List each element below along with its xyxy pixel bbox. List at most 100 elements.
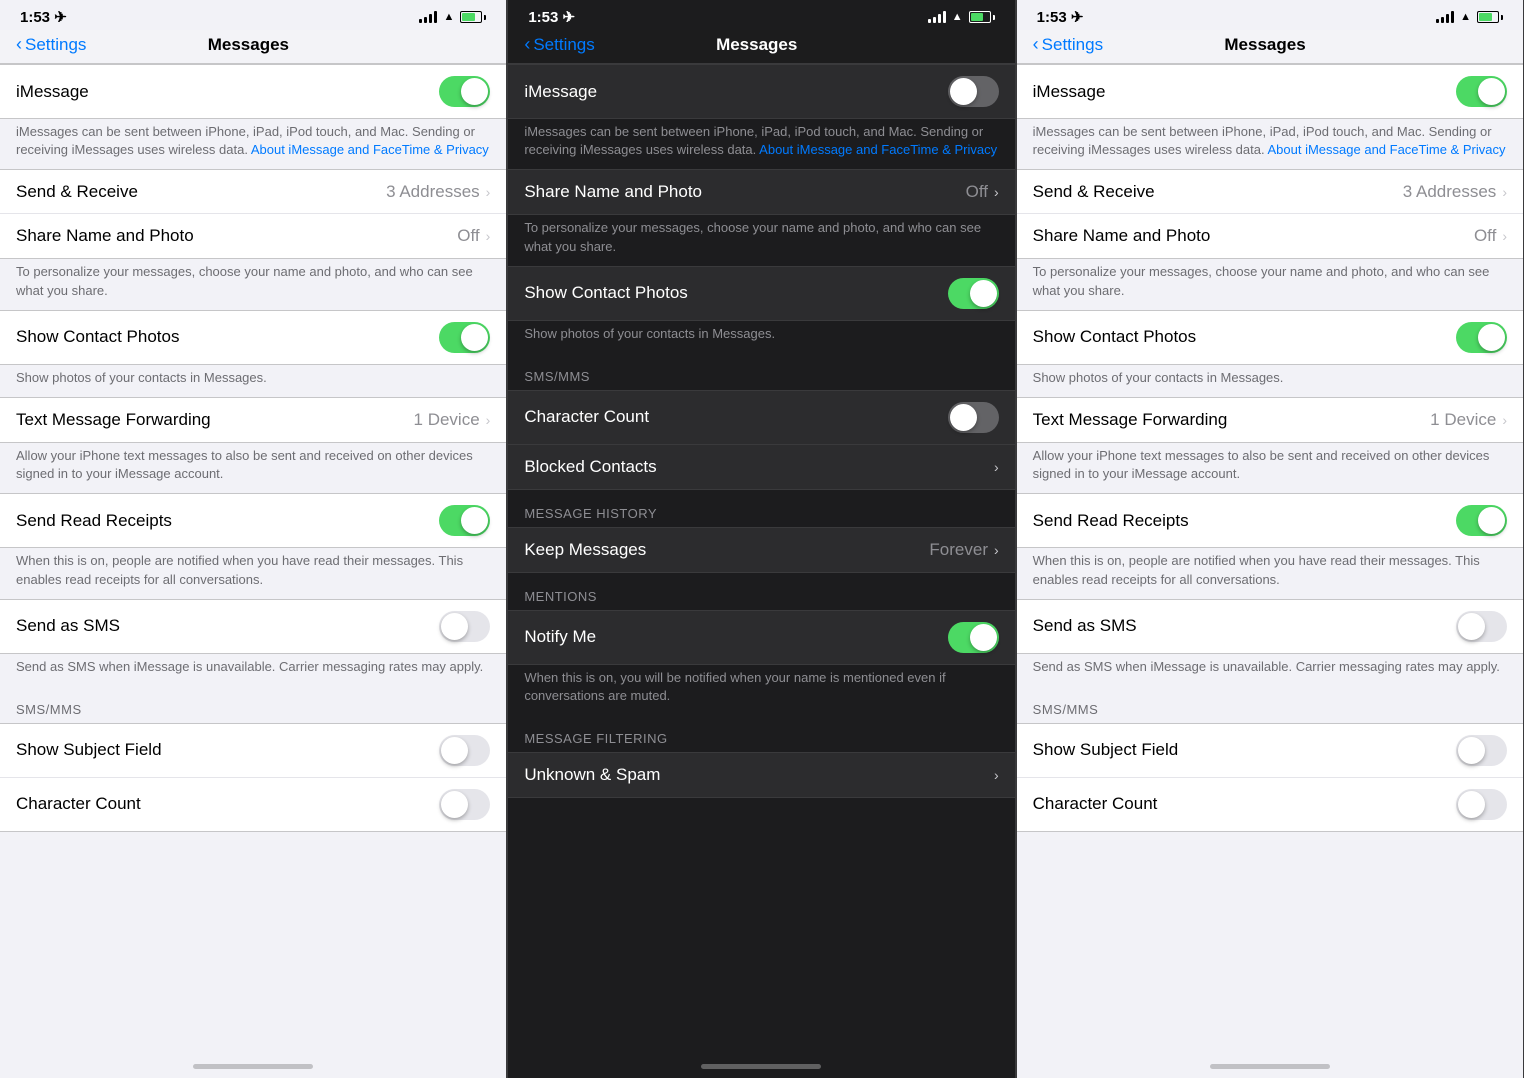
toggle-switch[interactable] [439, 76, 490, 107]
settings-group: Text Message Forwarding1 Device› [1017, 397, 1523, 443]
message-history-header: MESSAGE HISTORY [508, 490, 1014, 527]
row-description: Send as SMS when iMessage is unavailable… [0, 654, 506, 686]
setting-label: Text Message Forwarding [16, 410, 414, 430]
imessage-privacy-link[interactable]: About iMessage and FaceTime & Privacy [1268, 142, 1506, 157]
signal-bar [943, 11, 946, 23]
filtering-section-header: MESSAGE FILTERING [508, 715, 1014, 752]
sms-section-header: SMS/MMS [508, 353, 1014, 390]
signal-bar [429, 14, 432, 23]
row-description: When this is on, people are notified whe… [1017, 548, 1523, 598]
nav-title: Messages [1224, 35, 1305, 55]
setting-row[interactable]: Share Name and PhotoOff› [1017, 214, 1523, 258]
setting-row[interactable]: Send Read Receipts [1017, 494, 1523, 547]
toggle-switch[interactable] [439, 789, 490, 820]
toggle-switch[interactable] [439, 505, 490, 536]
setting-row[interactable]: Show Contact Photos [508, 267, 1014, 320]
setting-row[interactable]: Send & Receive3 Addresses› [1017, 170, 1523, 214]
settings-group: Send Read Receipts [0, 493, 506, 548]
chevron-right-icon: › [994, 767, 999, 783]
imessage-description: iMessages can be sent between iPhone, iP… [1017, 119, 1523, 169]
toggle-switch[interactable] [1456, 505, 1507, 536]
setting-row[interactable]: Text Message Forwarding1 Device› [0, 398, 506, 442]
setting-row[interactable]: Share Name and PhotoOff› [0, 214, 506, 258]
toggle-switch[interactable] [439, 611, 490, 642]
sms-group: Show Subject Field Character Count [0, 723, 506, 832]
settings-group: Text Message Forwarding1 Device› [0, 397, 506, 443]
mentions-row[interactable]: Notify Me [508, 611, 1014, 664]
toggle-switch[interactable] [948, 76, 999, 107]
imessage-privacy-link[interactable]: About iMessage and FaceTime & Privacy [251, 142, 489, 157]
message-history-label: Keep Messages [524, 540, 929, 560]
setting-row[interactable]: Text Message Forwarding1 Device› [1017, 398, 1523, 442]
settings-group: Show Contact Photos [1017, 310, 1523, 365]
setting-value: Forever [929, 540, 988, 560]
toggle-thumb [1458, 737, 1485, 764]
signal-bar [1441, 17, 1444, 23]
toggle-switch[interactable] [1456, 611, 1507, 642]
back-button[interactable]: ‹Settings [1033, 34, 1103, 55]
setting-label: Send & Receive [16, 182, 386, 202]
message-history-row[interactable]: Keep MessagesForever› [508, 528, 1014, 572]
filtering-group: Unknown & Spam› [508, 752, 1014, 798]
toggle-switch[interactable] [1456, 76, 1507, 107]
nav-bar: ‹Settings Messages [1017, 30, 1523, 64]
setting-row[interactable]: Send Read Receipts [0, 494, 506, 547]
setting-value: 1 Device [1430, 410, 1496, 430]
setting-row[interactable]: Send as SMS [0, 600, 506, 653]
imessage-description: iMessages can be sent between iPhone, iP… [0, 119, 506, 169]
sms-setting-row: Show Subject Field [0, 724, 506, 778]
phone-screen-screen-3: 1:53 ✈▲‹SettingsMessagesiMessageiMessage… [1017, 0, 1524, 1078]
toggle-switch[interactable] [439, 322, 490, 353]
mentions-label: Notify Me [524, 627, 947, 647]
toggle-switch[interactable] [1456, 735, 1507, 766]
sms-section-header: SMS/MMS [1017, 686, 1523, 723]
signal-bars [419, 11, 437, 23]
sms-setting-label: Show Subject Field [16, 740, 439, 760]
row-description: Send as SMS when iMessage is unavailable… [1017, 654, 1523, 686]
battery-icon [460, 11, 486, 23]
toggle-thumb [1478, 507, 1505, 534]
filtering-row[interactable]: Unknown & Spam› [508, 753, 1014, 797]
sms-setting-row[interactable]: Blocked Contacts› [508, 445, 1014, 489]
toggle-thumb [441, 613, 468, 640]
settings-content: iMessageiMessages can be sent between iP… [1017, 64, 1523, 1054]
signal-bar [1436, 19, 1439, 23]
chevron-right-icon: › [994, 459, 999, 475]
toggle-thumb [970, 280, 997, 307]
status-time: 1:53 ✈ [1037, 8, 1084, 26]
setting-row[interactable]: Share Name and PhotoOff› [508, 170, 1014, 214]
toggle-thumb [441, 791, 468, 818]
signal-bar [434, 11, 437, 23]
sms-setting-label: Character Count [16, 794, 439, 814]
toggle-switch[interactable] [948, 278, 999, 309]
setting-row[interactable]: Send & Receive3 Addresses› [0, 170, 506, 214]
toggle-thumb [461, 507, 488, 534]
sms-setting-row: Character Count [1017, 778, 1523, 831]
toggle-switch[interactable] [439, 735, 490, 766]
row-description: To personalize your messages, choose you… [0, 259, 506, 309]
setting-row[interactable]: Show Contact Photos [0, 311, 506, 364]
back-button[interactable]: ‹Settings [524, 34, 594, 55]
imessage-privacy-link[interactable]: About iMessage and FaceTime & Privacy [759, 142, 997, 157]
toggle-switch[interactable] [1456, 322, 1507, 353]
back-label: Settings [1042, 35, 1103, 55]
imessage-label: iMessage [524, 82, 597, 102]
settings-content: iMessageiMessages can be sent between iP… [0, 64, 506, 1054]
imessage-row: iMessage [1017, 65, 1523, 118]
sms-setting-label: Character Count [524, 407, 947, 427]
setting-row[interactable]: Send as SMS [1017, 600, 1523, 653]
setting-row[interactable]: Show Contact Photos [1017, 311, 1523, 364]
toggle-switch[interactable] [1456, 789, 1507, 820]
battery-icon [1477, 11, 1503, 23]
wifi-icon: ▲ [952, 11, 963, 23]
setting-label: Show Contact Photos [16, 327, 439, 347]
signal-bar [419, 19, 422, 23]
settings-group: Send & Receive3 Addresses›Share Name and… [0, 169, 506, 259]
back-button[interactable]: ‹Settings [16, 34, 86, 55]
toggle-switch[interactable] [948, 402, 999, 433]
setting-label: Share Name and Photo [16, 226, 457, 246]
imessage-group: iMessage [0, 64, 506, 119]
chevron-right-icon: › [994, 184, 999, 200]
toggle-thumb [1458, 791, 1485, 818]
toggle-switch[interactable] [948, 622, 999, 653]
